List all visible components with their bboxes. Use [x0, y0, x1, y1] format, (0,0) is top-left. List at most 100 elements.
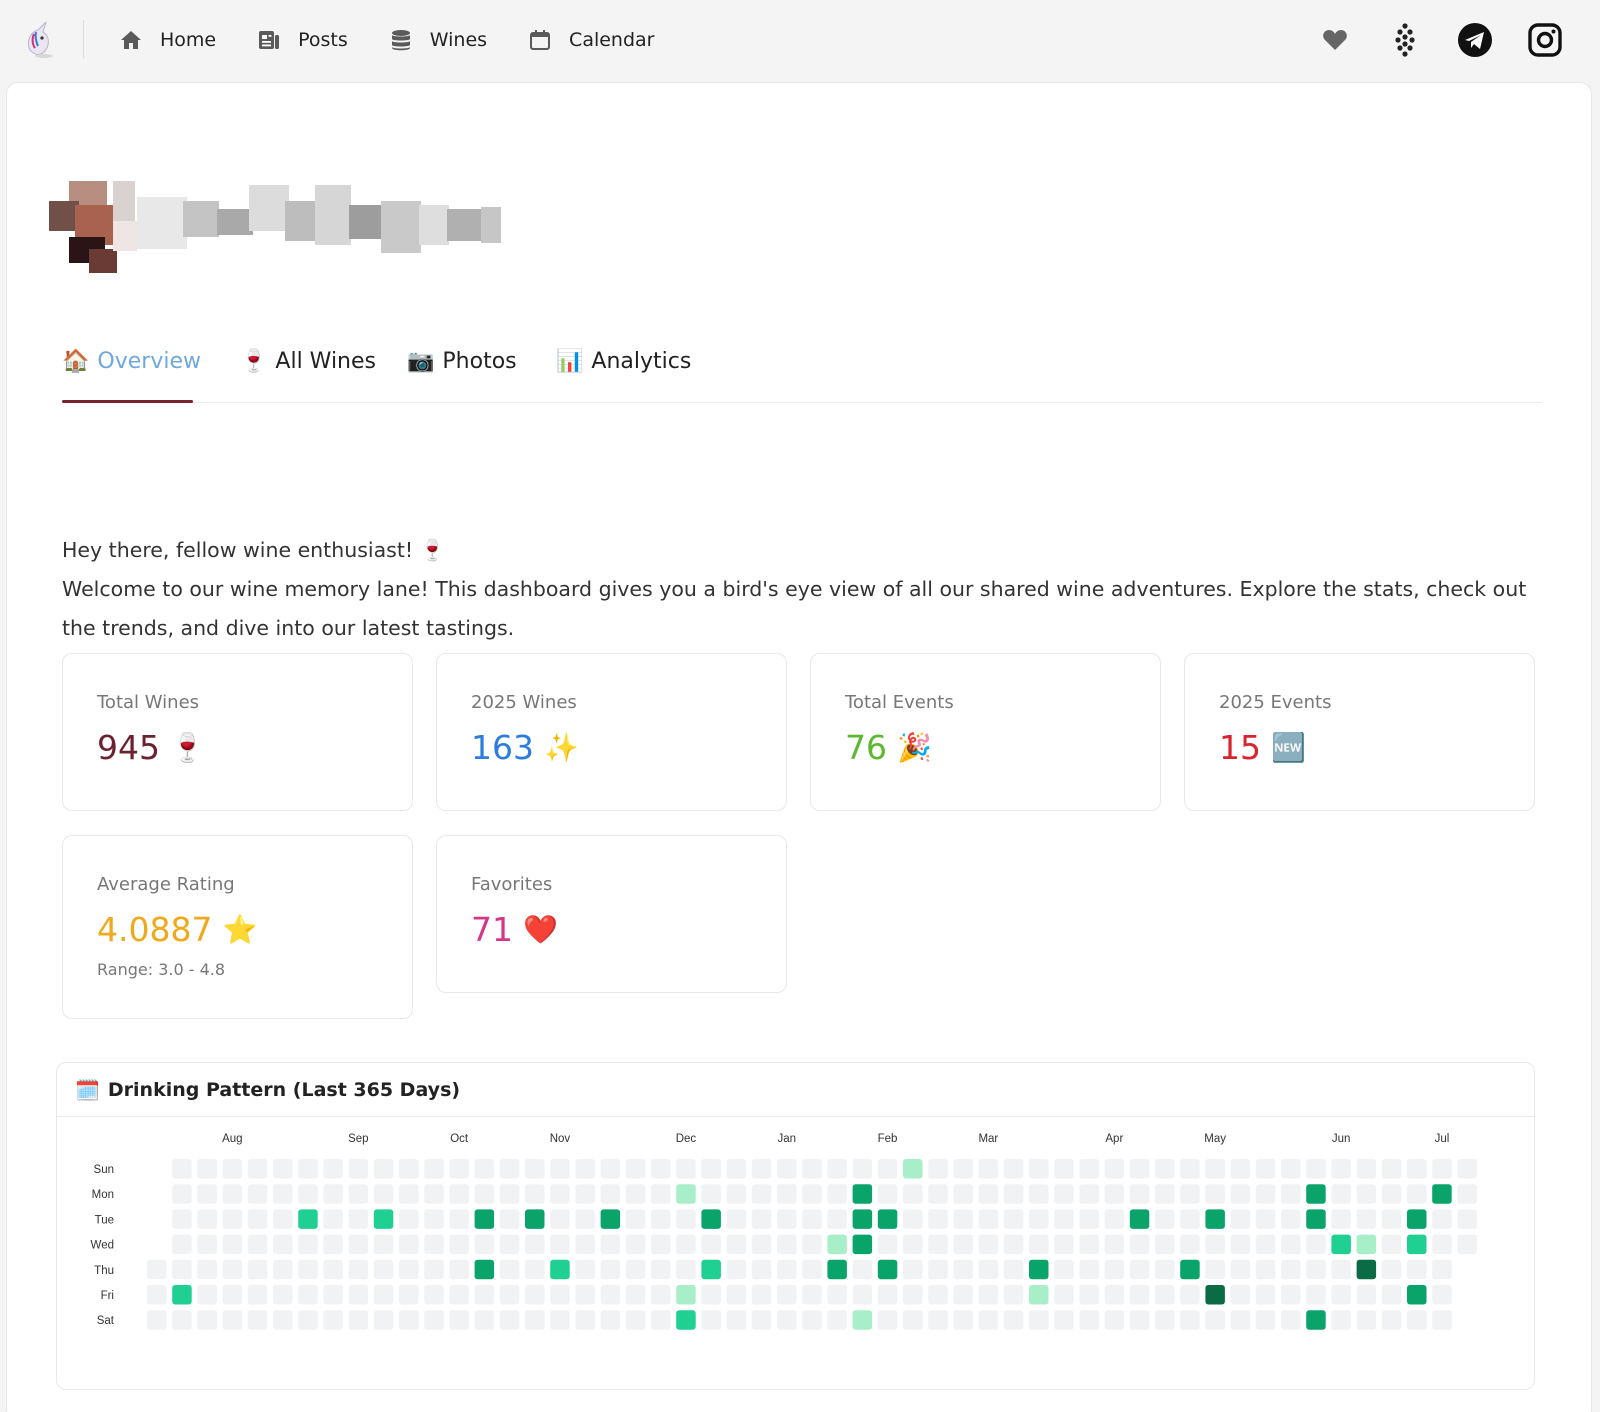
heatmap-cell[interactable] — [600, 1184, 621, 1204]
heatmap-cell[interactable] — [953, 1285, 973, 1305]
heatmap-cell-active[interactable] — [1356, 1234, 1377, 1255]
heatmap-cell[interactable] — [1432, 1234, 1452, 1255]
heatmap-cell[interactable] — [651, 1159, 671, 1179]
heatmap-cell[interactable] — [298, 1234, 318, 1255]
heatmap-cell[interactable] — [802, 1234, 822, 1255]
heatmap-cell[interactable] — [1230, 1259, 1251, 1280]
heatmap-cell[interactable] — [323, 1285, 343, 1305]
heatmap-cell[interactable] — [1230, 1285, 1251, 1305]
heatmap-cell[interactable] — [978, 1285, 999, 1305]
heatmap-cell[interactable] — [1129, 1159, 1150, 1179]
heatmap-cell[interactable] — [676, 1259, 696, 1280]
heatmap-cell[interactable] — [1104, 1259, 1125, 1280]
heatmap-cell-active[interactable] — [550, 1259, 570, 1280]
heatmap-cell[interactable] — [651, 1234, 671, 1255]
heatmap-cell[interactable] — [525, 1184, 545, 1204]
heatmap-cell[interactable] — [1104, 1159, 1125, 1179]
heatmap-cell[interactable] — [802, 1285, 822, 1305]
heatmap-cell[interactable] — [197, 1234, 217, 1255]
heatmap-cell[interactable] — [1155, 1209, 1175, 1229]
heatmap-cell[interactable] — [197, 1259, 217, 1280]
heatmap-cell[interactable] — [1054, 1209, 1074, 1229]
heatmap-cell[interactable] — [1281, 1285, 1301, 1305]
heatmap-cell[interactable] — [1356, 1184, 1377, 1204]
heatmap-cell[interactable] — [1306, 1234, 1326, 1255]
heatmap-cell[interactable] — [1054, 1259, 1074, 1280]
heatmap-cell[interactable] — [399, 1184, 419, 1204]
heatmap-cell[interactable] — [1306, 1159, 1326, 1179]
heatmap-cell[interactable] — [1155, 1184, 1175, 1204]
heatmap-cell[interactable] — [1281, 1209, 1301, 1229]
heatmap-cell[interactable] — [1205, 1184, 1225, 1204]
heatmap-cell[interactable] — [651, 1310, 671, 1330]
heatmap-cell[interactable] — [298, 1259, 318, 1280]
heatmap-cell-active[interactable] — [1180, 1259, 1200, 1280]
heatmap-cell[interactable] — [348, 1285, 369, 1305]
tab-overview[interactable]: 🏠 Overview — [62, 347, 201, 403]
heatmap-cell[interactable] — [777, 1259, 797, 1280]
heatmap-cell[interactable] — [1029, 1209, 1049, 1229]
heatmap-cell[interactable] — [298, 1310, 318, 1330]
heatmap-cell[interactable] — [751, 1259, 772, 1280]
heatmap-cell[interactable] — [1457, 1209, 1477, 1229]
heatmap-cell[interactable] — [1079, 1259, 1099, 1280]
heatmap-cell[interactable] — [172, 1209, 192, 1229]
heatmap-cell[interactable] — [1079, 1159, 1099, 1179]
heatmap-cell[interactable] — [827, 1184, 847, 1204]
heatmap-cell[interactable] — [348, 1159, 369, 1179]
heatmap-cell[interactable] — [373, 1285, 394, 1305]
nav-calendar[interactable]: Calendar — [527, 27, 654, 53]
heatmap-cell[interactable] — [499, 1159, 520, 1179]
heatmap-cell-active[interactable] — [1129, 1209, 1150, 1229]
heatmap-cell[interactable] — [1155, 1234, 1175, 1255]
heatmap-cell[interactable] — [1180, 1209, 1200, 1229]
heatmap-cell[interactable] — [827, 1310, 847, 1330]
heatmap-cell[interactable] — [726, 1310, 747, 1330]
heatmap-cell[interactable] — [701, 1310, 721, 1330]
heatmap-cell[interactable] — [348, 1234, 369, 1255]
heatmap-cell[interactable] — [953, 1184, 973, 1204]
heatmap-cell[interactable] — [625, 1310, 646, 1330]
heatmap-cell[interactable] — [424, 1234, 444, 1255]
heatmap-cell-active[interactable] — [1432, 1184, 1452, 1204]
heatmap-cell[interactable] — [777, 1310, 797, 1330]
heatmap-cell-active[interactable] — [1306, 1310, 1326, 1330]
heatmap-cell[interactable] — [247, 1234, 268, 1255]
heatmap-cell-active[interactable] — [877, 1209, 898, 1229]
heatmap-cell[interactable] — [1079, 1234, 1099, 1255]
heatmap-cell-active[interactable] — [852, 1234, 873, 1255]
heatmap-cell[interactable] — [827, 1209, 847, 1229]
heatmap-cell[interactable] — [373, 1310, 394, 1330]
heatmap-cell[interactable] — [222, 1285, 243, 1305]
heatmap-cell[interactable] — [1129, 1285, 1150, 1305]
heatmap-cell[interactable] — [625, 1234, 646, 1255]
heatmap-cell[interactable] — [928, 1259, 948, 1280]
heatmap-cell[interactable] — [323, 1209, 343, 1229]
heatmap-cell[interactable] — [499, 1234, 520, 1255]
heatmap-cell[interactable] — [197, 1209, 217, 1229]
heatmap-cell[interactable] — [1129, 1234, 1150, 1255]
heatmap-cell[interactable] — [1104, 1184, 1125, 1204]
heatmap-cell[interactable] — [600, 1285, 621, 1305]
heatmap-cell[interactable] — [978, 1259, 999, 1280]
heatmap-cell[interactable] — [1029, 1159, 1049, 1179]
heatmap-cell-active[interactable] — [877, 1259, 898, 1280]
heatmap-cell[interactable] — [323, 1310, 343, 1330]
heatmap-cell-active[interactable] — [1029, 1259, 1049, 1280]
heatmap-cell[interactable] — [827, 1159, 847, 1179]
heatmap-cell[interactable] — [1104, 1310, 1125, 1330]
heatmap-cell[interactable] — [273, 1159, 293, 1179]
heatmap-cell[interactable] — [1029, 1234, 1049, 1255]
heatmap-cell[interactable] — [1205, 1234, 1225, 1255]
heatmap-cell[interactable] — [550, 1310, 570, 1330]
heatmap-cell-active[interactable] — [1205, 1209, 1225, 1229]
heatmap-cell[interactable] — [373, 1259, 394, 1280]
heatmap-cell[interactable] — [1003, 1310, 1024, 1330]
heatmap-cell[interactable] — [424, 1159, 444, 1179]
heatmap-cell[interactable] — [1155, 1285, 1175, 1305]
heatmap-cell[interactable] — [1180, 1159, 1200, 1179]
heatmap-cell[interactable] — [575, 1285, 595, 1305]
heatmap-cell[interactable] — [449, 1159, 469, 1179]
nav-posts[interactable]: Posts — [256, 27, 348, 53]
heatmap-cell[interactable] — [1407, 1159, 1427, 1179]
